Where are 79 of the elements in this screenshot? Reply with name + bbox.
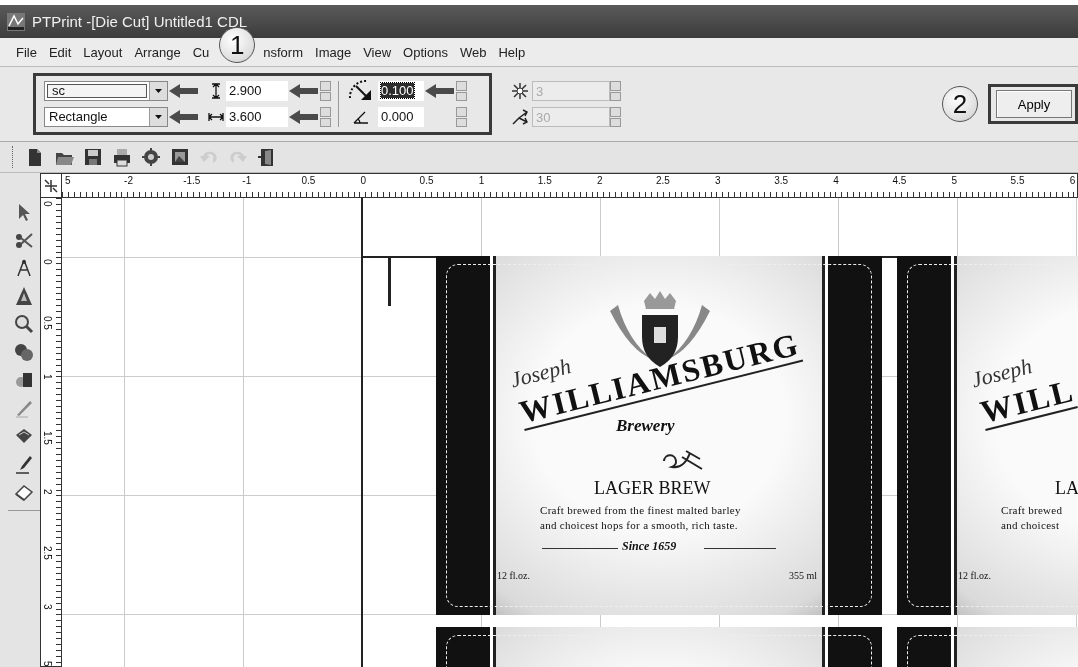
menu-item[interactable]: Cu [186, 44, 216, 60]
ruler-number: 5 [65, 175, 71, 186]
menu-item[interactable]: nsform [257, 44, 309, 60]
gear-icon[interactable] [141, 147, 161, 167]
ruler-number: 5 [42, 661, 53, 666]
caret-icon [155, 115, 162, 119]
ruler-number: 3 [715, 175, 721, 186]
pointer-arrow [288, 109, 319, 125]
menu-item[interactable]: File [10, 44, 43, 60]
ruler-number: -2 [124, 175, 133, 186]
callout-number: 2 [942, 86, 978, 122]
since-text: Since 1659 [622, 539, 677, 554]
volume-text: 355 ml [788, 570, 817, 581]
app-logo-icon [6, 11, 26, 32]
ruler-number: 1.5 [42, 431, 53, 445]
pen-icon[interactable] [14, 454, 34, 476]
ruler-number: 2.5 [656, 175, 670, 186]
window-title: PTPrint -[Die Cut] Untitled1 CDL [32, 13, 248, 30]
width-field[interactable]: 3.600 [226, 107, 288, 127]
menu-item[interactable]: Help [492, 44, 532, 60]
product-title: LA [1055, 478, 1078, 499]
caret-icon [155, 89, 162, 93]
ruler-number: 2.5 [42, 546, 53, 560]
triangle-letter-icon[interactable] [14, 286, 34, 308]
menu-item[interactable]: Edit [42, 44, 78, 60]
ruler-number: 1 [42, 373, 53, 380]
ruler-number: 0.5 [42, 316, 53, 330]
description-text: and choicest hops for a smooth, rich taste. [540, 519, 738, 531]
menu-item[interactable]: Arrange [128, 44, 187, 60]
starburst-icon [511, 82, 529, 100]
callout-number: 1 [219, 27, 256, 63]
pointer-arrow [168, 83, 199, 99]
ruler-number: 0 [42, 201, 53, 207]
eraser-icon[interactable] [14, 482, 34, 504]
ruler-number: 2 [42, 488, 53, 495]
apply-button[interactable]: Apply [996, 90, 1072, 118]
pointer-arrow [424, 83, 455, 99]
ruler-number: 2 [596, 175, 603, 186]
description-text: and choicest [1001, 519, 1060, 531]
ruler-number: 4 [833, 175, 839, 186]
pointer-arrow [288, 83, 319, 99]
ruler-number: 4.5 [892, 175, 907, 186]
ruler-number: 0 [42, 258, 53, 265]
ruler-origin-icon[interactable] [43, 177, 59, 194]
ruler-number: 5.5 [1010, 175, 1025, 186]
height-field[interactable]: 2.900 [226, 81, 288, 101]
search-icon[interactable] [14, 314, 34, 336]
ruler-number: 6 [1069, 175, 1076, 186]
dropdown[interactable]: sc [44, 81, 168, 101]
ruler-number: 3 [42, 603, 53, 610]
ruler-number: -1.5 [183, 175, 201, 186]
dropdown[interactable]: Rectangle [44, 107, 168, 127]
ruler-number: 5 [951, 175, 958, 186]
ruler-number: 0.5 [419, 175, 434, 186]
beer-label[interactable]: Joseph WILL LA Craft brewed and choicest 12 fl.oz. [897, 256, 1078, 615]
pointer-arrow [168, 109, 199, 125]
image-icon[interactable] [170, 147, 190, 167]
pencil-icon[interactable] [14, 398, 34, 420]
menu-item[interactable]: Web [453, 44, 493, 60]
volume-text: 12 fl.oz. [497, 570, 531, 581]
description-text: Craft brewed [1001, 504, 1063, 516]
menu-item[interactable]: Image [309, 44, 358, 60]
circles-icon[interactable] [14, 342, 34, 364]
corner-radius-field[interactable]: 0.100 [378, 81, 424, 101]
menu-item[interactable]: View [357, 44, 398, 60]
printer-icon[interactable] [112, 147, 132, 167]
ruler-number: 1 [478, 175, 485, 186]
ruler-number: 3.5 [774, 175, 789, 186]
angle-lines-icon [511, 108, 529, 126]
ruler-number: 0.5 [301, 175, 316, 186]
description-text: Craft brewed from the finest malted barley [540, 504, 741, 516]
angle-field[interactable]: 0.000 [378, 107, 424, 127]
menu-item[interactable]: Options [397, 44, 454, 60]
volume-text: 12 fl.oz. [958, 570, 992, 581]
ruler-number: 1.5 [537, 175, 552, 186]
ruler-number: -1 [242, 175, 252, 186]
ruler-number: 0 [360, 175, 367, 186]
menu-item[interactable]: Layout [77, 44, 129, 60]
product-title: LAGER BREW [594, 478, 711, 499]
